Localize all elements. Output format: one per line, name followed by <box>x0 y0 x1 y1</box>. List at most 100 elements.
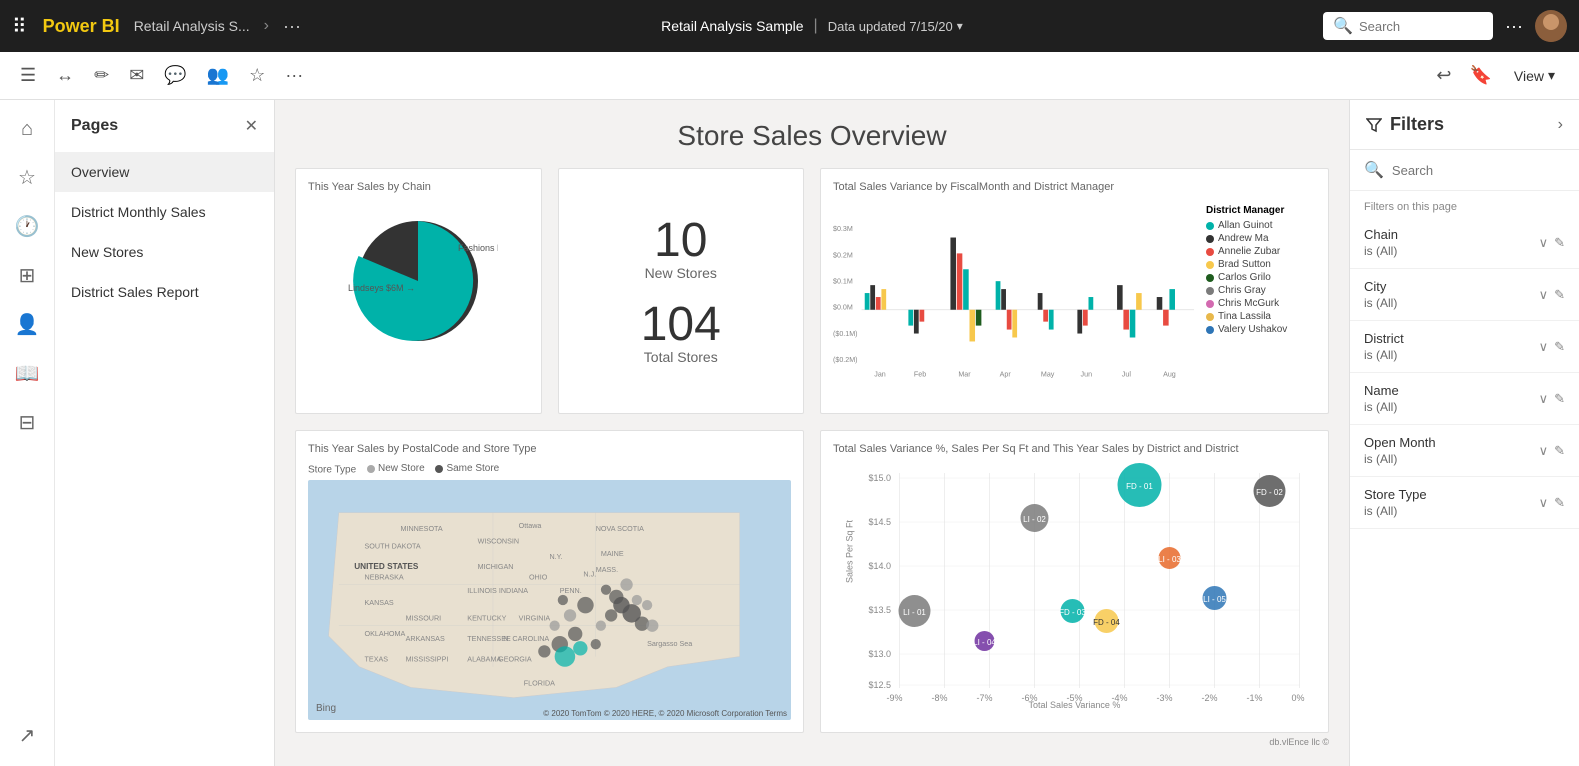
sidebar-learn-icon[interactable]: 📖 <box>7 353 48 394</box>
filter-value: is (All) <box>1364 296 1397 310</box>
edit-icon[interactable]: ✏ <box>90 61 113 90</box>
pie-chart-card[interactable]: This Year Sales by Chain Fashions Direct… <box>295 168 542 414</box>
svg-text:$0.2M: $0.2M <box>833 251 853 259</box>
sidebar-favorites-icon[interactable]: ☆ <box>10 157 44 198</box>
filter-item-header[interactable]: Name is (All) ∨ ✎ <box>1364 383 1565 414</box>
filter-clear-icon[interactable]: ✎ <box>1554 495 1565 511</box>
enter-focus-icon[interactable]: ↔ <box>52 61 78 90</box>
filter-item[interactable]: City is (All) ∨ ✎ <box>1350 269 1579 321</box>
bubble-chart-card[interactable]: Total Sales Variance %, Sales Per Sq Ft … <box>820 430 1329 733</box>
filter-item[interactable]: Open Month is (All) ∨ ✎ <box>1350 425 1579 477</box>
svg-text:-1%: -1% <box>1247 693 1263 703</box>
filters-expand-icon[interactable]: › <box>1558 116 1563 134</box>
svg-text:Sargasso Sea: Sargasso Sea <box>647 639 692 648</box>
sidebar-apps-icon[interactable]: ⊞ <box>11 255 44 296</box>
svg-text:Aug: Aug <box>1163 370 1176 378</box>
svg-text:MAINE: MAINE <box>601 548 624 557</box>
sidebar-home-icon[interactable]: ⌂ <box>13 110 41 149</box>
filter-item[interactable]: Name is (All) ∨ ✎ <box>1350 373 1579 425</box>
new-stores-kpi: 10 New Stores <box>645 217 717 281</box>
filter-item-header[interactable]: District is (All) ∨ ✎ <box>1364 331 1565 362</box>
favorites-icon[interactable]: ☆ <box>245 61 269 90</box>
svg-text:$15.0: $15.0 <box>869 473 892 483</box>
map-card[interactable]: This Year Sales by PostalCode and Store … <box>295 430 804 733</box>
filter-item-header[interactable]: Open Month is (All) ∨ ✎ <box>1364 435 1565 466</box>
user-avatar[interactable] <box>1535 10 1567 42</box>
chart-grid: This Year Sales by Chain Fashions Direct… <box>295 168 1329 733</box>
filter-clear-icon[interactable]: ✎ <box>1554 235 1565 251</box>
filter-clear-icon[interactable]: ✎ <box>1554 339 1565 355</box>
svg-text:OHIO: OHIO <box>529 572 548 581</box>
sidebar-expand-icon[interactable]: ↗ <box>11 715 44 756</box>
svg-text:Apr: Apr <box>1000 370 1012 378</box>
main-layout: ⌂ ☆ 🕐 ⊞ 👤 📖 ⊟ ↗ Pages ✕ Overview Distric… <box>0 100 1579 766</box>
nav-options-icon[interactable]: ··· <box>1505 16 1523 37</box>
filter-item[interactable]: Store Type is (All) ∨ ✎ <box>1350 477 1579 529</box>
svg-text:LI - 01: LI - 01 <box>903 608 926 617</box>
svg-text:PENN.: PENN. <box>560 585 582 594</box>
new-stores-label: New Stores <box>645 265 717 281</box>
kpi-card: 10 New Stores 104 Total Stores <box>558 168 805 414</box>
page-overview-label: Overview <box>71 164 129 180</box>
filter-clear-icon[interactable]: ✎ <box>1554 443 1565 459</box>
svg-text:Feb: Feb <box>914 370 926 378</box>
svg-text:ALABAMA: ALABAMA <box>467 654 501 663</box>
filter-chevron-icon[interactable]: ∨ <box>1539 391 1549 407</box>
bubble-chart-title: Total Sales Variance %, Sales Per Sq Ft … <box>833 443 1316 455</box>
nav-search-box[interactable]: 🔍 <box>1323 12 1493 40</box>
comment-icon[interactable]: 💬 <box>160 61 190 90</box>
filters-header: Filters › <box>1350 100 1579 150</box>
filter-item[interactable]: District is (All) ∨ ✎ <box>1350 321 1579 373</box>
teams-icon[interactable]: 👥 <box>203 61 233 90</box>
sidebar-people-icon[interactable]: 👤 <box>7 304 48 345</box>
svg-text:$14.5: $14.5 <box>869 517 892 527</box>
filter-items-container: Chain is (All) ∨ ✎ City is (All) ∨ ✎ <box>1350 217 1579 529</box>
total-stores-label: Total Stores <box>641 349 721 365</box>
nav-chevron-down-icon[interactable]: ▾ <box>957 19 963 33</box>
filter-chevron-icon[interactable]: ∨ <box>1539 287 1549 303</box>
sidebar-workspace-icon[interactable]: ⊟ <box>11 402 44 443</box>
dm-legend-item: Chris McGurk <box>1206 298 1316 309</box>
filter-clear-icon[interactable]: ✎ <box>1554 287 1565 303</box>
nav-search-input[interactable] <box>1359 19 1479 34</box>
data-updated-label: Data updated 7/15/20 <box>828 19 953 34</box>
filters-search-input[interactable] <box>1392 163 1568 178</box>
page-item-new-stores[interactable]: New Stores <box>55 232 274 272</box>
filter-item-header[interactable]: Store Type is (All) ∨ ✎ <box>1364 487 1565 518</box>
filter-chevron-icon[interactable]: ∨ <box>1539 339 1549 355</box>
email-icon[interactable]: ✉ <box>125 61 148 90</box>
svg-text:MISSOURI: MISSOURI <box>406 613 442 622</box>
svg-text:FD - 01: FD - 01 <box>1126 482 1153 491</box>
map-container[interactable]: SOUTH DAKOTA NEBRASKA KANSAS OKLAHOMA TE… <box>308 480 791 720</box>
left-sidebar: ⌂ ☆ 🕐 ⊞ 👤 📖 ⊟ ↗ <box>0 100 55 766</box>
view-label: View <box>1514 68 1544 84</box>
pages-close-icon[interactable]: ✕ <box>245 116 258 136</box>
breadcrumb[interactable]: Retail Analysis S... <box>134 18 250 34</box>
bar-chart-card[interactable]: Total Sales Variance by FiscalMonth and … <box>820 168 1329 414</box>
sidebar-recent-icon[interactable]: 🕐 <box>7 206 48 247</box>
dm-legend-item: Brad Sutton <box>1206 259 1316 270</box>
page-item-district-monthly[interactable]: District Monthly Sales <box>55 192 274 232</box>
undo-icon[interactable]: ↩ <box>1432 61 1455 90</box>
nav-more-dots[interactable]: ··· <box>283 16 301 37</box>
page-item-overview[interactable]: Overview <box>55 152 274 192</box>
reading-view-icon[interactable]: ☰ <box>16 61 40 90</box>
bookmark-icon[interactable]: 🔖 <box>1465 61 1495 90</box>
toolbar-more-icon[interactable]: ··· <box>281 61 307 90</box>
toolbar: ☰ ↔ ✏ ✉ 💬 👥 ☆ ··· ↩ 🔖 View ▾ <box>0 52 1579 100</box>
filter-chevron-icon[interactable]: ∨ <box>1539 495 1549 511</box>
grid-icon[interactable]: ⠿ <box>12 14 27 39</box>
filter-chevron-icon[interactable]: ∨ <box>1539 443 1549 459</box>
svg-text:LI - 03: LI - 03 <box>1158 555 1181 564</box>
svg-text:MISSISSIPPI: MISSISSIPPI <box>406 654 449 663</box>
filter-item[interactable]: Chain is (All) ∨ ✎ <box>1350 217 1579 269</box>
filter-chevron-icon[interactable]: ∨ <box>1539 235 1549 251</box>
view-button[interactable]: View ▾ <box>1506 63 1563 88</box>
page-item-district-sales[interactable]: District Sales Report <box>55 272 274 312</box>
svg-text:NOVA SCOTIA: NOVA SCOTIA <box>596 524 644 533</box>
filter-item-header[interactable]: Chain is (All) ∨ ✎ <box>1364 227 1565 258</box>
pie-label-fashions: Fashions Direct $16M ← <box>458 243 498 253</box>
filter-item-header[interactable]: City is (All) ∨ ✎ <box>1364 279 1565 310</box>
svg-text:OKLAHOMA: OKLAHOMA <box>365 628 406 637</box>
filter-clear-icon[interactable]: ✎ <box>1554 391 1565 407</box>
